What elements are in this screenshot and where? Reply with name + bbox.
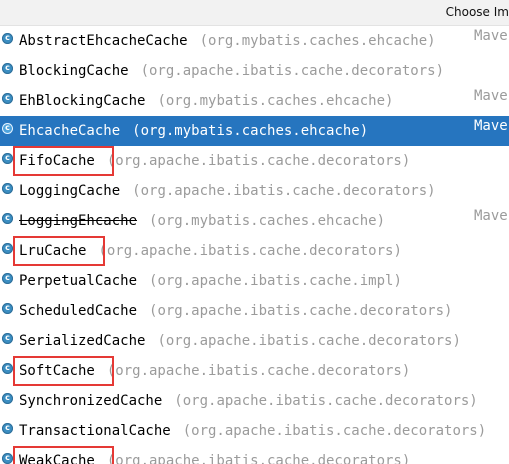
class-name-group: TransactionalCache (org.apache.ibatis.cac… (19, 416, 486, 446)
class-name: SoftCache (19, 363, 95, 379)
class-name: BlockingCache (19, 63, 129, 79)
package-name: (org.mybatis.caches.ehcache) (157, 93, 394, 109)
list-item-serializedcache[interactable]: SerializedCache (org.apache.ibatis.cache.… (0, 326, 509, 356)
class-name: SerializedCache (19, 333, 146, 349)
popup-header: Choose Im (0, 0, 509, 26)
class-name-group: SerializedCache (org.apache.ibatis.cache.… (19, 326, 461, 356)
package-name: (org.apache.ibatis.cache.impl) (149, 273, 402, 289)
class-name: LruCache (19, 243, 87, 259)
class-name: WeakCache (19, 453, 95, 464)
package-name: (org.mybatis.caches.ehcache) (132, 123, 369, 139)
list-item-fifocache[interactable]: FifoCache (org.apache.ibatis.cache.decora… (0, 146, 509, 176)
list-item-abstractehcachecache[interactable]: AbstractEhcacheCache (org.mybatis.caches.… (0, 26, 509, 56)
list-item-loggingehcache[interactable]: LoggingEhcache (org.mybatis.caches.ehcach… (0, 206, 509, 236)
class-name-group: FifoCache (org.apache.ibatis.cache.decora… (19, 146, 410, 176)
list-item-scheduledcache[interactable]: ScheduledCache (org.apache.ibatis.cache.d… (0, 296, 509, 326)
library-suffix: Mave (474, 118, 508, 134)
package-name: (org.apache.ibatis.cache.decorators) (157, 333, 461, 349)
class-c-icon (2, 93, 13, 104)
class-name-group: AbstractEhcacheCache (org.mybatis.caches.… (19, 26, 436, 56)
class-name: PerpetualCache (19, 273, 138, 289)
library-suffix: Mave (474, 28, 508, 44)
package-name: (org.mybatis.caches.ehcache) (199, 33, 436, 49)
list-item-weakcache[interactable]: WeakCache (org.apache.ibatis.cache.decora… (0, 446, 509, 464)
class-c-icon (2, 33, 13, 44)
class-name-group: SynchronizedCache (org.apache.ibatis.cach… (19, 386, 478, 416)
class-name-group: EhcacheCache (org.mybatis.caches.ehcache) (19, 116, 368, 146)
implementation-list: AbstractEhcacheCache (org.mybatis.caches.… (0, 26, 509, 464)
package-name: (org.apache.ibatis.cache.decorators) (106, 363, 411, 379)
list-item-perpetualcache[interactable]: PerpetualCache (org.apache.ibatis.cache.i… (0, 266, 509, 296)
class-name-group: WeakCache (org.apache.ibatis.cache.decora… (19, 446, 410, 464)
class-name: ScheduledCache (19, 303, 138, 319)
class-c-icon (2, 243, 13, 254)
class-c-icon (2, 183, 13, 194)
class-name-group: EhBlockingCache (org.mybatis.caches.ehcac… (19, 86, 393, 116)
class-c-icon (2, 123, 13, 134)
class-name-group: LoggingCache (org.apache.ibatis.cache.dec… (19, 176, 436, 206)
class-name: FifoCache (19, 153, 95, 169)
list-item-ehblockingcache[interactable]: EhBlockingCache (org.mybatis.caches.ehcac… (0, 86, 509, 116)
package-name: (org.apache.ibatis.cache.decorators) (106, 153, 411, 169)
list-item-synchronizedcache[interactable]: SynchronizedCache (org.apache.ibatis.cach… (0, 386, 509, 416)
package-name: (org.apache.ibatis.cache.decorators) (182, 423, 487, 439)
class-c-icon (2, 423, 13, 434)
class-name-group: SoftCache (org.apache.ibatis.cache.decora… (19, 356, 410, 386)
class-name: SynchronizedCache (19, 393, 163, 409)
list-item-softcache[interactable]: SoftCache (org.apache.ibatis.cache.decora… (0, 356, 509, 386)
package-name: (org.apache.ibatis.cache.decorators) (149, 303, 453, 319)
list-item-transactionalcache[interactable]: TransactionalCache (org.apache.ibatis.cac… (0, 416, 509, 446)
class-c-icon (2, 63, 13, 74)
class-c-icon (2, 303, 13, 314)
class-c-icon (2, 273, 13, 284)
class-c-icon (2, 393, 13, 404)
list-item-ehcachecache[interactable]: EhcacheCache (org.mybatis.caches.ehcache)… (0, 116, 509, 146)
library-suffix: Mave (474, 208, 508, 224)
class-name-group: LruCache (org.apache.ibatis.cache.decorat… (19, 236, 402, 266)
library-suffix: Mave (474, 88, 508, 104)
package-name: (org.apache.ibatis.cache.decorators) (140, 63, 445, 79)
class-c-icon (2, 363, 13, 374)
class-name-group: PerpetualCache (org.apache.ibatis.cache.i… (19, 266, 402, 296)
class-name: AbstractEhcacheCache (19, 33, 188, 49)
list-item-loggingcache[interactable]: LoggingCache (org.apache.ibatis.cache.dec… (0, 176, 509, 206)
class-name: EhcacheCache (19, 123, 121, 139)
package-name: (org.mybatis.caches.ehcache) (149, 213, 386, 229)
list-item-blockingcache[interactable]: BlockingCache (org.apache.ibatis.cache.de… (0, 56, 509, 86)
class-c-icon (2, 213, 13, 224)
class-name: LoggingCache (19, 183, 121, 199)
class-c-icon (2, 333, 13, 344)
class-name-group: LoggingEhcache (org.mybatis.caches.ehcach… (19, 206, 385, 236)
popup-title: Choose Im (445, 5, 509, 19)
list-item-lrucache[interactable]: LruCache (org.apache.ibatis.cache.decorat… (0, 236, 509, 266)
class-name: LoggingEhcache (19, 213, 138, 229)
class-c-icon (2, 153, 13, 164)
package-name: (org.apache.ibatis.cache.decorators) (98, 243, 402, 259)
class-name: TransactionalCache (19, 423, 171, 439)
class-name-group: ScheduledCache (org.apache.ibatis.cache.d… (19, 296, 452, 326)
class-name-group: BlockingCache (org.apache.ibatis.cache.de… (19, 56, 444, 86)
class-name: EhBlockingCache (19, 93, 146, 109)
class-c-icon (2, 453, 13, 464)
package-name: (org.apache.ibatis.cache.decorators) (132, 183, 436, 199)
package-name: (org.apache.ibatis.cache.decorators) (174, 393, 478, 409)
package-name: (org.apache.ibatis.cache.decorators) (106, 453, 411, 464)
